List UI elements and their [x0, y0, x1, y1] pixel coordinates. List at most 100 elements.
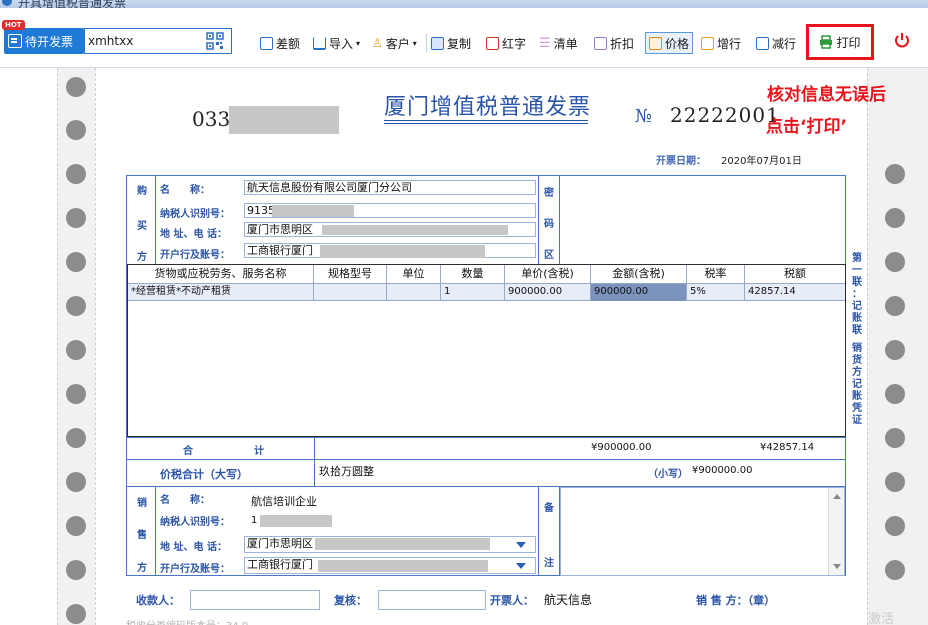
cell-price[interactable]: 900000.00 — [505, 284, 591, 301]
goods-table: 货物或应税劳务、服务名称 规格型号 单位 数量 单价(含税) 金额(含税) 税率… — [127, 264, 846, 437]
frame-line — [559, 175, 560, 264]
list-button[interactable]: ☰ 清单 — [539, 32, 578, 54]
delete-row-icon — [756, 36, 769, 50]
scroll-down-icon[interactable] — [833, 564, 841, 569]
classification-version: 税收分类编码版本号：34.0 — [126, 617, 248, 625]
table-row[interactable]: *经营租赁*不动产租赁 1 900000.00 900000.00 5% 428… — [128, 284, 845, 301]
search-input[interactable] — [85, 29, 197, 53]
import-icon — [313, 36, 326, 50]
pending-invoice-label: 待开发票 — [25, 34, 74, 49]
col-header-qty: 数量 — [441, 265, 505, 284]
scroll-up-icon[interactable] — [833, 494, 841, 499]
cell-unit[interactable] — [387, 284, 441, 301]
import-button[interactable]: 导入 ▾ — [313, 32, 360, 54]
feed-hole — [885, 164, 905, 184]
feed-hole — [66, 164, 86, 184]
invoice-title: 厦门增值税普通发票 — [384, 95, 592, 120]
strip-edge — [57, 68, 58, 625]
price-button[interactable]: 价格 — [645, 32, 694, 54]
delete-row-button[interactable]: 减行 — [756, 32, 796, 54]
issue-date: 2020年07月01日 — [721, 156, 802, 167]
red-invoice-button[interactable]: 红字 — [486, 32, 526, 54]
red-invoice-label: 红字 — [502, 36, 527, 51]
side-note-char: ： — [852, 289, 862, 300]
total-label-he: 合 — [183, 446, 193, 457]
frame-line — [538, 175, 539, 264]
buyer-bank-label: 开户行及账号： — [160, 250, 230, 261]
diff-button[interactable]: 差额 — [260, 32, 300, 54]
payee-input[interactable] — [190, 590, 320, 610]
seller-name: 航信培训企业 — [251, 495, 317, 508]
activation-watermark: 激活 — [868, 612, 895, 625]
feed-hole — [66, 296, 86, 316]
frame-line — [126, 459, 846, 460]
cell-tax[interactable]: 42857.14 — [745, 284, 845, 301]
cipher-label: 密 — [544, 188, 554, 199]
capital-total-label: 价税合计（大写） — [160, 468, 248, 481]
customer-button[interactable]: ♙ 客户 ▾ — [372, 32, 417, 54]
feed-hole — [885, 252, 905, 272]
side-note-char: 一 — [852, 265, 862, 276]
capital-total-value: 玖拾万圆整 — [319, 465, 374, 478]
total-amount: ¥900000.00 — [591, 442, 652, 453]
side-note-char: 联 — [852, 325, 862, 336]
feed-hole — [66, 340, 86, 360]
cell-spec[interactable] — [314, 284, 387, 301]
col-header-name: 货物或应税劳务、服务名称 — [128, 265, 314, 284]
qr-code-icon[interactable] — [206, 32, 224, 50]
remark-scrollbar[interactable] — [828, 488, 844, 575]
seller-stamp-label: 销 售 方：（章） — [696, 594, 776, 607]
issue-date-label: 开票日期： — [656, 156, 706, 167]
remark-textarea[interactable] — [560, 487, 845, 576]
payee-label: 收款人： — [136, 594, 180, 607]
total-label-ji: 计 — [254, 446, 264, 457]
side-note-char: 货 — [852, 355, 862, 366]
cell-rate[interactable]: 5% — [687, 284, 745, 301]
seller-bank-dropdown-icon[interactable] — [516, 563, 526, 569]
feed-hole — [66, 252, 86, 272]
document-icon — [8, 34, 22, 48]
pending-invoice-button[interactable]: HOT 待开发票 — [2, 20, 84, 54]
discount-button[interactable]: 折扣 — [594, 32, 634, 54]
redacted-seller-bank — [318, 560, 488, 572]
seller-taxid-label: 纳税人识别号： — [160, 517, 230, 528]
customer-icon: ♙ — [372, 36, 383, 50]
import-label: 导入 — [329, 36, 354, 51]
checker-input[interactable] — [378, 590, 486, 610]
side-note-char: 联 — [852, 277, 862, 288]
cell-goods-name[interactable]: *经营租赁*不动产租赁 — [128, 284, 314, 301]
seller-side-label: 销 — [137, 498, 147, 509]
buyer-name-field[interactable]: 航天信息股份有限公司厦门分公司 — [244, 180, 536, 195]
copy-button[interactable]: 复制 — [431, 32, 471, 54]
redacted-seller-taxid — [260, 515, 332, 527]
col-header-amount: 金额(含税) — [591, 265, 687, 284]
feed-hole — [66, 472, 86, 492]
hot-badge: HOT — [2, 20, 25, 30]
print-button[interactable]: 打印 — [806, 24, 874, 60]
invoice-code: 033 — [192, 107, 231, 131]
annotation-click-print: 点击‘打印’ — [766, 117, 847, 137]
feed-hole — [66, 384, 86, 404]
cell-qty[interactable]: 1 — [441, 284, 505, 301]
col-header-tax: 税额 — [784, 267, 806, 280]
window-title: 开具增值税普通发票 — [18, 0, 127, 8]
seller-side-label: 售 — [137, 530, 147, 541]
add-row-button[interactable]: 增行 — [701, 32, 741, 54]
power-icon[interactable] — [893, 31, 911, 49]
seller-side-label: 方 — [137, 563, 147, 574]
redacted-seller-address — [315, 538, 490, 550]
checker-label: 复核： — [334, 594, 367, 607]
frame-line — [155, 175, 156, 264]
feed-hole — [885, 560, 905, 580]
price-label: 价格 — [665, 36, 690, 51]
number-symbol: № — [635, 106, 653, 127]
feed-hole — [885, 516, 905, 536]
drawer-name: 航天信息 — [544, 593, 593, 607]
toolbar: HOT 待开发票 差额 导入 ▾ ♙ 客户 ▾ 复制 — [0, 8, 928, 68]
seller-address-dropdown-icon[interactable] — [516, 542, 526, 548]
add-row-label: 增行 — [717, 36, 742, 51]
list-label: 清单 — [553, 36, 578, 51]
diff-label: 差额 — [276, 36, 301, 51]
feed-hole — [885, 428, 905, 448]
cell-amount[interactable]: 900000.00 — [591, 284, 687, 301]
